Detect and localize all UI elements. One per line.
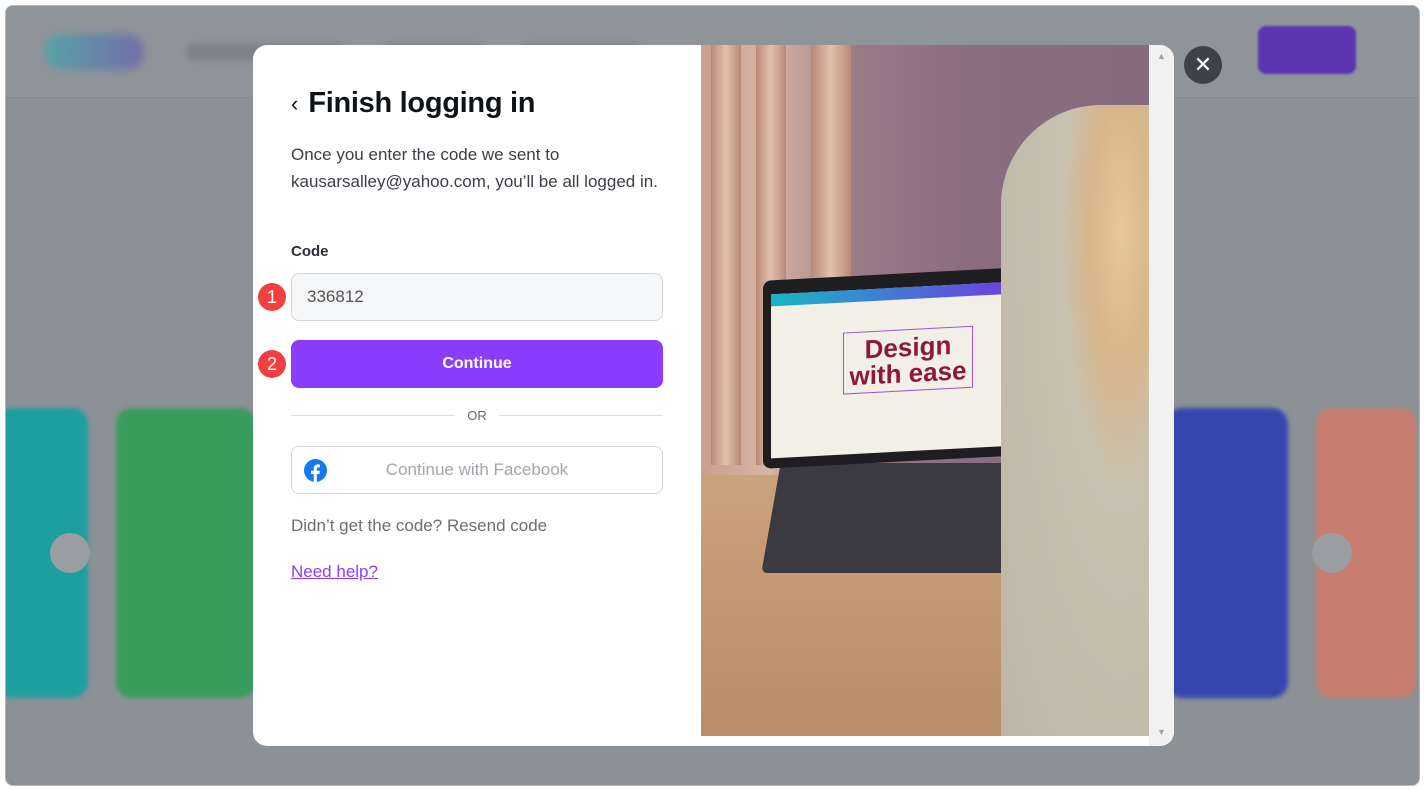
need-help-link[interactable]: Need help? [291, 562, 378, 582]
or-label: OR [467, 408, 487, 423]
login-modal: ‹ Finish logging in Once you enter the c… [253, 45, 1174, 746]
scroll-up-icon[interactable]: ▲ [1157, 51, 1166, 61]
scroll-down-icon[interactable]: ▼ [1157, 727, 1166, 737]
person [1001, 105, 1149, 736]
signup-button [1258, 26, 1356, 74]
annotation-badge: 2 [258, 350, 286, 378]
close-icon[interactable]: ✕ [1184, 46, 1222, 84]
screen-design-text: Design with ease [843, 325, 973, 395]
resend-code-text[interactable]: Didn’t get the code? Resend code [291, 516, 547, 536]
facebook-icon [304, 459, 327, 482]
hero-image: Design with ease [701, 45, 1149, 736]
modal-description: Once you enter the code we sent to kausa… [291, 145, 658, 191]
continue-button[interactable]: Continue [291, 340, 663, 388]
chevron-left-icon[interactable]: ‹ [291, 91, 298, 117]
curtain [711, 45, 741, 465]
scrollbar[interactable]: ▲ ▼ [1149, 45, 1174, 746]
canva-logo [44, 34, 144, 70]
login-form-panel: ‹ Finish logging in Once you enter the c… [253, 45, 701, 746]
template-card [116, 408, 256, 698]
divider-line [498, 415, 663, 416]
divider-line [291, 415, 456, 416]
annotation-badge: 1 [258, 283, 286, 311]
template-card [1166, 408, 1288, 698]
continue-with-facebook-button[interactable]: Continue with Facebook [291, 446, 663, 494]
code-input[interactable] [291, 273, 663, 321]
code-label: Code [291, 243, 329, 260]
modal-title: Finish logging in [308, 87, 536, 119]
facebook-button-label: Continue with Facebook [385, 460, 569, 479]
carousel-next-button [1312, 533, 1352, 573]
carousel-prev-button [50, 533, 90, 573]
or-divider: OR [291, 408, 663, 423]
